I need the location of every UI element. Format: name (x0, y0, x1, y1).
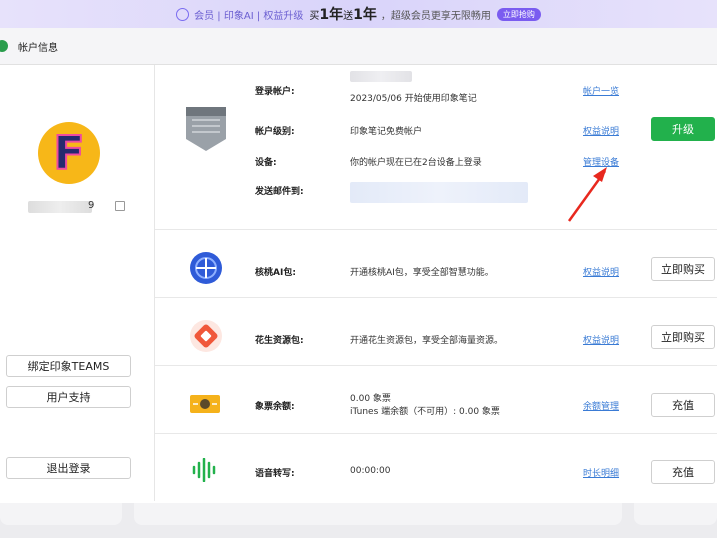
account-section: 登录帐户: 2023/05/06 开始使用印象笔记 帐户一览 帐户级别: 印象笔… (155, 65, 717, 230)
account-overview-link[interactable]: 帐户一览 (583, 84, 619, 97)
itunes-balance-value: iTunes 端余额（不可用）: 0.00 象票 (350, 407, 500, 417)
background-window (0, 503, 717, 538)
ai-pack-rights-link[interactable]: 权益说明 (583, 265, 619, 278)
voice-recharge-button[interactable]: 充值 (651, 460, 715, 484)
banner-text-super: ，超级会员更享无限畅用 (380, 10, 491, 22)
voice-wave-icon (192, 458, 216, 482)
annotation-arrow-icon (567, 167, 607, 222)
device-label: 设备: (255, 158, 277, 168)
window-titlebar: 帐户信息 (0, 28, 717, 65)
login-account-redacted (350, 71, 412, 82)
balance-value: 0.00 象票 (350, 394, 391, 404)
balance-manage-link[interactable]: 余额管理 (583, 399, 619, 412)
banner-text-year2: 1年 (353, 7, 377, 23)
balance-recharge-button[interactable]: 充值 (651, 393, 715, 417)
background-card (634, 503, 717, 525)
background-card (0, 503, 122, 525)
logout-button[interactable]: 退出登录 (6, 457, 131, 479)
ai-pack-section: 核桃AI包: 开通核桃AI包，享受全部智慧功能。 权益说明 立即购买 (155, 230, 717, 298)
ai-pack-buy-button[interactable]: 立即购买 (651, 257, 715, 281)
account-panel: F 9 绑定印象TEAMS 用户支持 退出登录 登录帐户: 2023/05/06… (0, 65, 717, 503)
banner-buy-button[interactable]: 立即抢购 (496, 7, 541, 21)
voice-value: 00:00:00 (350, 466, 391, 476)
account-level-shield-icon (186, 107, 226, 151)
device-value: 你的帐户现在已在2台设备上登录 (350, 158, 482, 168)
email-redacted (350, 182, 528, 203)
balance-section: 象票余额: 0.00 象票 iTunes 端余额（不可用）: 0.00 象票 余… (155, 366, 717, 434)
ai-pack-icon (190, 252, 222, 284)
banner-text-year1: 1年 (319, 7, 344, 23)
banner-text-members: 会员 | 印象AI | 权益升级 (194, 10, 304, 22)
app-icon (0, 40, 8, 52)
level-value: 印象笔记免费帐户 (350, 127, 423, 137)
membership-logo-icon (176, 7, 190, 21)
login-since: 2023/05/06 开始使用印象笔记 (350, 94, 477, 104)
peanut-pack-rights-link[interactable]: 权益说明 (583, 333, 619, 346)
avatar-letter: F (52, 126, 85, 180)
balance-label: 象票余额: (255, 402, 295, 412)
login-label: 登录帐户: (255, 87, 295, 97)
user-support-button[interactable]: 用户支持 (6, 386, 131, 408)
bind-teams-button[interactable]: 绑定印象TEAMS (6, 355, 131, 377)
peanut-pack-icon (190, 320, 222, 352)
ai-pack-desc: 开通核桃AI包，享受全部智慧功能。 (350, 268, 494, 278)
profile-sidebar: F 9 绑定印象TEAMS 用户支持 退出登录 (0, 65, 155, 501)
window-title: 帐户信息 (18, 42, 58, 54)
edit-icon[interactable] (115, 201, 125, 211)
voice-label: 语音转写: (255, 469, 295, 479)
ai-pack-label: 核桃AI包: (255, 268, 296, 278)
avatar[interactable]: F (38, 122, 100, 184)
ticket-icon (190, 395, 220, 413)
username-redacted (28, 201, 92, 213)
peanut-pack-label: 花生资源包: (255, 336, 304, 346)
promo-banner[interactable]: 会员 | 印象AI | 权益升级 买 1年 送 1年 ，超级会员更享无限畅用 立… (0, 0, 717, 28)
upgrade-button[interactable]: 升级 (651, 117, 715, 141)
voice-section: 语音转写: 00:00:00 时长明细 充值 (155, 434, 717, 501)
level-label: 帐户级别: (255, 127, 295, 137)
peanut-pack-buy-button[interactable]: 立即购买 (651, 325, 715, 349)
voice-duration-link[interactable]: 时长明细 (583, 466, 619, 479)
background-card (134, 503, 622, 525)
email-label: 发送邮件到: (255, 187, 304, 197)
banner-text-gift: 送 (343, 10, 354, 22)
banner-text-buy: 买 (309, 10, 320, 22)
rights-link[interactable]: 权益说明 (583, 124, 619, 137)
peanut-pack-desc: 开通花生资源包，享受全部海量资源。 (350, 336, 504, 346)
username-suffix: 9 (88, 200, 95, 211)
peanut-pack-section: 花生资源包: 开通花生资源包，享受全部海量资源。 权益说明 立即购买 (155, 298, 717, 366)
